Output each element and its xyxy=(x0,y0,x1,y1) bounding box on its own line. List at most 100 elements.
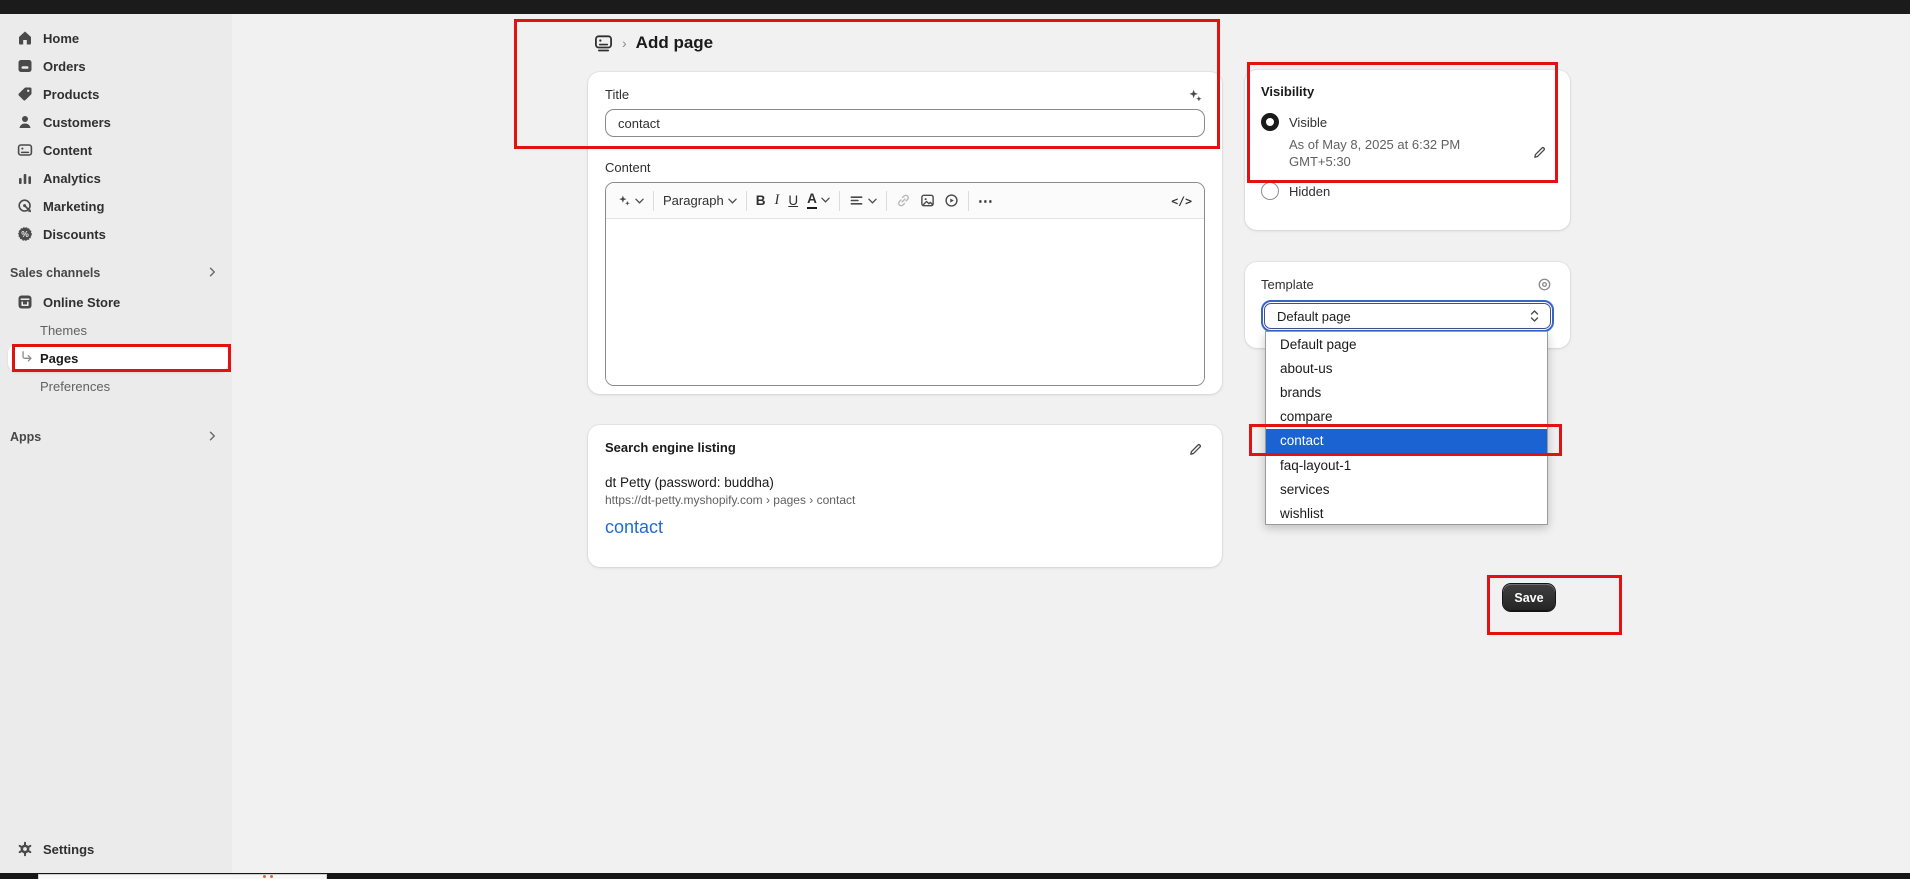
title-input[interactable] xyxy=(605,109,1205,137)
text-color-button[interactable]: A xyxy=(807,192,830,208)
chevron-right-icon xyxy=(206,430,218,445)
visible-radio-option[interactable]: Visible xyxy=(1261,113,1554,131)
insert-video-button[interactable] xyxy=(944,193,959,208)
store-icon xyxy=(16,294,33,311)
sidebar-item-analytics[interactable]: Analytics xyxy=(0,164,232,192)
view-template-icon[interactable] xyxy=(1534,274,1554,294)
align-icon xyxy=(849,193,864,208)
sidebar-item-customers[interactable]: Customers xyxy=(0,108,232,136)
dropdown-option-contact[interactable]: contact xyxy=(1266,429,1547,453)
main-content: › Add page Title Content Paragraph xyxy=(232,14,1910,873)
sidebar-main-nav: Home Orders Products Customers Content A… xyxy=(0,24,232,248)
top-bar xyxy=(0,0,1910,14)
home-icon xyxy=(16,30,33,47)
hidden-radio-option[interactable]: Hidden xyxy=(1261,182,1554,200)
sidebar-item-label: Orders xyxy=(43,59,86,74)
nested-arrow-icon xyxy=(20,350,34,367)
edit-pencil-icon[interactable] xyxy=(1184,438,1206,460)
sidebar-item-label: Preferences xyxy=(40,379,110,394)
sidebar-item-label: Home xyxy=(43,31,79,46)
sidebar-item-home[interactable]: Home xyxy=(0,24,232,52)
template-select[interactable]: Default page xyxy=(1261,300,1554,332)
toolbar-divider xyxy=(653,191,654,211)
sidebar-item-label: Themes xyxy=(40,323,87,338)
ai-assist-button[interactable] xyxy=(618,194,644,207)
sidebar-item-products[interactable]: Products xyxy=(0,80,232,108)
sidebar-item-discounts[interactable]: % Discounts xyxy=(0,220,232,248)
sidebar-item-label: Discounts xyxy=(43,227,106,242)
toolbar-divider xyxy=(746,191,747,211)
sidebar-item-settings[interactable]: Settings xyxy=(0,835,232,863)
bold-button[interactable]: B xyxy=(756,193,766,208)
paragraph-style-dropdown[interactable]: Paragraph xyxy=(663,193,737,208)
bar-chart-icon xyxy=(16,170,33,187)
sidebar-section-sales-channels[interactable]: Sales channels xyxy=(0,263,232,283)
toolbar-divider xyxy=(968,191,969,211)
hidden-label: Hidden xyxy=(1289,184,1330,199)
title-field-label: Title xyxy=(605,87,1205,102)
sidebar-item-content[interactable]: Content xyxy=(0,136,232,164)
seo-page-link[interactable]: contact xyxy=(605,517,663,538)
dropdown-option-brands[interactable]: brands xyxy=(1266,380,1547,404)
sidebar-item-orders[interactable]: Orders xyxy=(0,52,232,80)
dot-icon xyxy=(270,875,273,878)
sidebar-section-apps[interactable]: Apps xyxy=(0,427,232,447)
sidebar-item-online-store[interactable]: Online Store xyxy=(0,288,232,316)
sidebar-item-preferences[interactable]: Preferences xyxy=(0,372,232,400)
radio-unselected-icon xyxy=(1261,182,1279,200)
sidebar-item-label: Marketing xyxy=(43,199,104,214)
sidebar-item-label: Analytics xyxy=(43,171,101,186)
breadcrumb-separator: › xyxy=(622,35,627,51)
dropdown-option-about-us[interactable]: about-us xyxy=(1266,356,1547,380)
title-content-card: Title Content Paragraph B xyxy=(588,72,1222,394)
dropdown-option-wishlist[interactable]: wishlist xyxy=(1266,501,1547,525)
person-icon xyxy=(16,114,33,131)
seo-heading: Search engine listing xyxy=(605,440,1205,455)
template-dropdown-list: Default page about-us brands compare con… xyxy=(1265,331,1548,525)
chevron-down-icon xyxy=(728,198,737,204)
sidebar-item-marketing[interactable]: Marketing xyxy=(0,192,232,220)
dropdown-option-compare[interactable]: compare xyxy=(1266,405,1547,429)
dropdown-option-services[interactable]: services xyxy=(1266,477,1547,501)
seo-url: https://dt-petty.myshopify.com › pages ›… xyxy=(605,493,1205,507)
dropdown-option-default-page[interactable]: Default page xyxy=(1266,332,1547,356)
shopify-admin-screen: Home Orders Products Customers Content A… xyxy=(0,0,1910,879)
orders-icon xyxy=(16,58,33,75)
radio-selected-icon xyxy=(1261,113,1279,131)
text-color-letter: A xyxy=(807,192,817,208)
save-button[interactable]: Save xyxy=(1503,584,1555,611)
dot-icon xyxy=(263,875,266,878)
ai-sparkle-icon[interactable] xyxy=(1184,84,1206,106)
search-engine-listing-card: Search engine listing dt Petty (password… xyxy=(588,425,1222,567)
background-window-sliver xyxy=(38,874,327,879)
italic-button[interactable]: I xyxy=(774,192,779,209)
sidebar-item-label: Settings xyxy=(43,842,94,857)
rich-text-editor: Paragraph B I U A xyxy=(605,182,1205,386)
sidebar-item-pages[interactable]: Pages xyxy=(8,344,228,372)
pages-icon[interactable] xyxy=(594,34,613,53)
insert-image-button[interactable] xyxy=(920,193,935,208)
chevron-right-icon xyxy=(206,266,218,281)
visibility-heading: Visibility xyxy=(1261,84,1554,99)
visibility-card: Visibility Visible As of May 8, 2025 at … xyxy=(1245,70,1570,230)
underline-button[interactable]: U xyxy=(788,193,798,208)
apps-label: Apps xyxy=(10,430,41,444)
code-view-button[interactable]: </> xyxy=(1171,194,1192,208)
toolbar-divider xyxy=(839,191,840,211)
alignment-button[interactable] xyxy=(849,193,877,208)
link-button[interactable] xyxy=(896,193,911,208)
sidebar-item-themes[interactable]: Themes xyxy=(0,316,232,344)
visibility-date-note: As of May 8, 2025 at 6:32 PM GMT+5:30 xyxy=(1289,136,1501,170)
editor-content-area[interactable] xyxy=(606,219,1204,385)
more-options-button[interactable]: ⋯ xyxy=(978,192,994,210)
template-label: Template xyxy=(1261,277,1314,292)
editor-toolbar: Paragraph B I U A xyxy=(606,183,1204,219)
paragraph-label: Paragraph xyxy=(663,193,724,208)
template-select-value: Default page xyxy=(1277,309,1351,324)
edit-pencil-icon[interactable] xyxy=(1528,141,1550,163)
svg-text:%: % xyxy=(21,229,29,239)
sidebar-item-label: Products xyxy=(43,87,99,102)
sidebar: Home Orders Products Customers Content A… xyxy=(0,14,232,873)
chevron-down-icon xyxy=(868,198,877,204)
dropdown-option-faq-layout-1[interactable]: faq-layout-1 xyxy=(1266,453,1547,477)
